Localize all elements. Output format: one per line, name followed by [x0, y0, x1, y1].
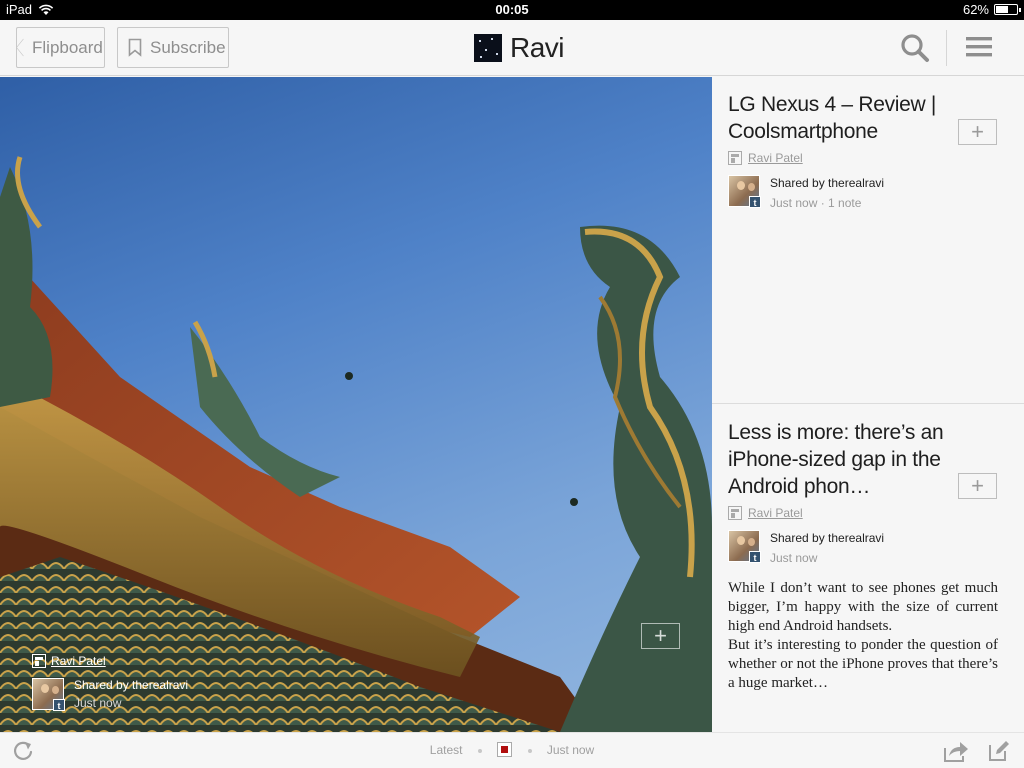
hero-photo — [0, 156, 712, 732]
avatar[interactable]: t — [32, 678, 65, 711]
article-title[interactable]: LG Nexus 4 – Review | Coolsmartphone — [728, 91, 950, 145]
compose-icon[interactable] — [988, 740, 1010, 762]
nav-divider — [946, 30, 947, 66]
tumblr-icon: t — [53, 699, 65, 711]
page-title-text: Ravi — [510, 32, 565, 63]
hero-share-info: t Shared by therealravi Just now — [32, 678, 189, 711]
flipboard-icon — [728, 506, 742, 520]
profile-thumbnail — [474, 34, 502, 62]
subscribe-button-label: Subscribe — [150, 38, 226, 57]
bookmark-icon — [128, 38, 142, 57]
hero-source-label: Ravi Patel — [51, 654, 106, 668]
subscribe-button[interactable]: Subscribe — [117, 27, 229, 68]
excerpt-paragraph: But it’s interesting to ponder the quest… — [728, 637, 998, 691]
pager-dot — [477, 748, 482, 753]
pager-latest-label: Latest — [429, 743, 463, 757]
article-card[interactable]: LG Nexus 4 – Review | Coolsmartphone Rav… — [728, 91, 1010, 210]
excerpt-paragraph: While I don’t want to see phones get muc… — [728, 580, 998, 634]
article-share-info: t Shared by therealravi Just now — [728, 530, 1010, 565]
avatar[interactable]: t — [728, 530, 761, 563]
hero-add-button[interactable]: + — [641, 623, 680, 649]
article-share-info: t Shared by therealravi Just now · 1 not… — [728, 175, 1010, 210]
back-button[interactable]: Flipboard — [16, 27, 105, 68]
article-source-label: Ravi Patel — [748, 151, 803, 165]
battery-icon — [994, 4, 1021, 15]
battery-fill — [996, 6, 1009, 13]
article-source-label: Ravi Patel — [748, 506, 803, 520]
article-shared-by: Shared by therealravi — [770, 176, 885, 190]
article-source[interactable]: Ravi Patel — [728, 151, 1010, 165]
current-page-icon[interactable] — [497, 742, 513, 758]
share-icon[interactable] — [943, 739, 969, 763]
tumblr-icon: t — [749, 551, 761, 563]
article-excerpt[interactable]: While I don’t want to see phones get muc… — [728, 579, 998, 693]
hero-meta: Ravi Patel t Shared by therealravi Just … — [32, 654, 189, 711]
add-button[interactable]: + — [958, 119, 997, 145]
article-title[interactable]: Less is more: there’s an iPhone-sized ga… — [728, 419, 950, 500]
bottom-toolbar: Latest Just now — [0, 732, 1024, 768]
hero-shared-by: Shared by therealravi — [74, 678, 189, 692]
add-button[interactable]: + — [958, 473, 997, 499]
flipboard-icon — [728, 151, 742, 165]
hero-time: Just now — [74, 696, 122, 710]
avatar[interactable]: t — [728, 175, 761, 208]
pager-time-label: Just now — [546, 743, 595, 757]
menu-icon[interactable] — [966, 36, 992, 58]
hero-article[interactable]: Ravi Patel t Shared by therealravi Just … — [0, 77, 712, 732]
article-card[interactable]: Less is more: there’s an iPhone-sized ga… — [728, 419, 1010, 693]
search-icon[interactable] — [900, 33, 930, 63]
article-source[interactable]: Ravi Patel — [728, 506, 1010, 520]
back-button-label: Flipboard — [32, 38, 103, 57]
status-bar: iPad 00:05 62% — [0, 0, 1024, 20]
chevron-left-icon — [16, 38, 24, 57]
top-nav: Flipboard Subscribe Ravi — [0, 20, 1024, 76]
article-column: LG Nexus 4 – Review | Coolsmartphone Rav… — [712, 77, 1024, 732]
article-meta: Just now · 1 note — [770, 196, 862, 210]
clock: 00:05 — [495, 2, 529, 17]
article-meta: Just now — [770, 551, 818, 565]
article-shared-by: Shared by therealravi — [770, 531, 885, 545]
tumblr-icon: t — [749, 196, 761, 208]
page-title: Ravi — [474, 32, 565, 64]
flipboard-icon — [32, 654, 46, 668]
hero-source[interactable]: Ravi Patel — [32, 654, 188, 668]
page-indicator: Latest Just now — [0, 742, 1024, 758]
battery-percent: 62% — [962, 2, 989, 17]
card-divider — [712, 403, 1024, 404]
pager-dot — [527, 748, 532, 753]
